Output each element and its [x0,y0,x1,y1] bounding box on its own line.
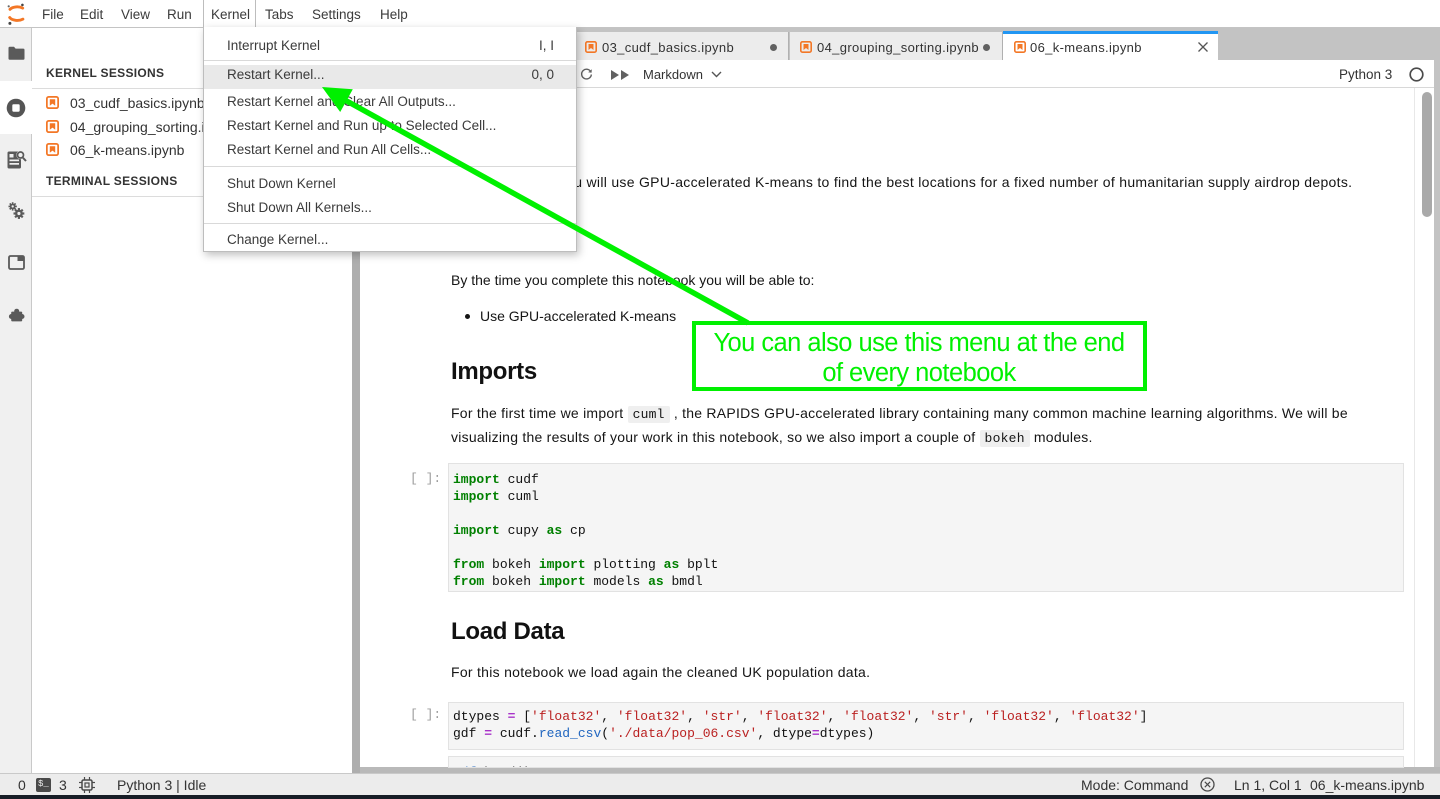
svg-text:of every notebook: of every notebook [822,359,1016,387]
svg-text:You can also use this menu at: You can also use this menu at the end [713,329,1124,357]
